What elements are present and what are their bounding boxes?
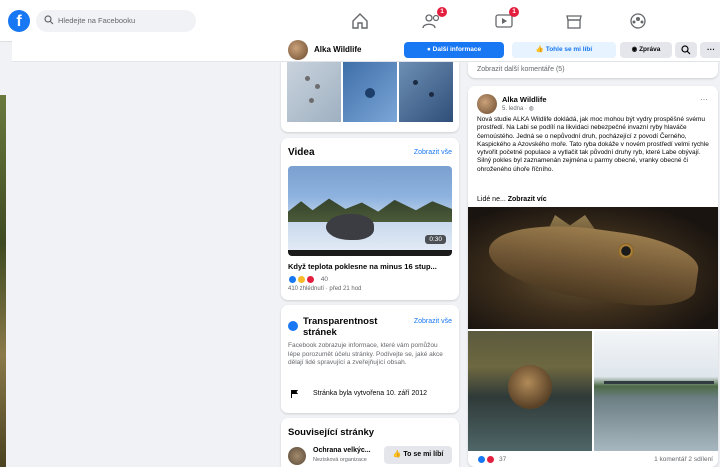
facebook-icon bbox=[288, 321, 298, 331]
message-button[interactable]: ◉ Zpráva bbox=[620, 42, 672, 58]
marketplace-icon[interactable] bbox=[564, 12, 584, 30]
fish-body bbox=[484, 214, 702, 314]
paw-print bbox=[429, 92, 434, 97]
cover-photo-edge bbox=[0, 95, 6, 467]
post-stats: 37 1 komentář 2 sdílení bbox=[477, 455, 713, 464]
page-avatar[interactable] bbox=[288, 40, 308, 60]
page-more-button[interactable]: ··· bbox=[700, 42, 720, 58]
related-page-avatar[interactable] bbox=[288, 447, 306, 465]
post-photo-fish[interactable] bbox=[468, 207, 718, 329]
paw-print bbox=[305, 76, 310, 81]
post-date[interactable]: 5. ledna · ◍ bbox=[502, 105, 534, 112]
post-author-name[interactable]: Alka Wildlife bbox=[502, 95, 547, 104]
photo-thumbnail[interactable] bbox=[399, 62, 453, 122]
related-page-name[interactable]: Ochrana velkýc... bbox=[313, 447, 371, 454]
search-box[interactable]: Hledejte na Facebooku bbox=[36, 10, 196, 32]
post-photo-river[interactable] bbox=[594, 331, 718, 451]
flag-icon bbox=[291, 390, 298, 398]
groups-icon[interactable] bbox=[628, 12, 648, 30]
related-page-type: Nezisková organizace bbox=[313, 457, 367, 463]
post-reaction-count[interactable]: 37 bbox=[499, 456, 506, 463]
paw-print bbox=[309, 98, 314, 103]
post-read-more[interactable]: Lidé ne... Zobrazit víc bbox=[477, 196, 547, 203]
search-icon bbox=[44, 15, 54, 25]
related-like-label: To se mi líbí bbox=[403, 451, 444, 458]
transparency-see-all-link[interactable]: Zobrazit vše bbox=[414, 318, 452, 325]
watch-badge: 1 bbox=[509, 7, 519, 17]
videos-see-all-link[interactable]: Zobrazit vše bbox=[414, 149, 452, 156]
video-animal bbox=[326, 214, 374, 240]
video-meta: 410 zhlédnutí · před 21 hod bbox=[288, 286, 362, 292]
post-comment-share-count[interactable]: 1 komentář 2 sdílení bbox=[654, 456, 713, 463]
transparency-description: Facebook zobrazuje informace, které vám … bbox=[288, 342, 443, 366]
message-label: Zpráva bbox=[639, 46, 661, 53]
paw-print bbox=[365, 88, 375, 98]
post-photo-otter[interactable] bbox=[468, 331, 592, 451]
love-reaction-icon bbox=[485, 455, 495, 464]
photo-thumbnail[interactable] bbox=[343, 62, 397, 122]
read-more-link[interactable]: Zobrazit víc bbox=[508, 196, 547, 203]
thumbs-up-icon: 👍 bbox=[392, 451, 404, 458]
globe-icon: ◍ bbox=[528, 106, 534, 112]
messenger-icon: ◉ bbox=[631, 46, 640, 53]
read-more-prefix: Lidé ne... bbox=[477, 196, 508, 203]
photos-card bbox=[281, 62, 459, 132]
post-date-text: 5. ledna · bbox=[502, 106, 529, 112]
paw-print bbox=[413, 80, 418, 85]
otter-shape bbox=[508, 365, 552, 409]
facebook-logo[interactable]: f bbox=[8, 10, 30, 32]
page-created-date: Stránka byla vytvořena 10. září 2012 bbox=[313, 390, 428, 397]
video-duration: 0:30 bbox=[425, 235, 446, 244]
post-author-avatar[interactable] bbox=[477, 94, 497, 114]
wow-reaction-icon bbox=[297, 275, 307, 285]
love-reaction-icon bbox=[306, 275, 316, 285]
thumbs-up-icon: 👍 bbox=[535, 46, 546, 53]
paw-print bbox=[315, 84, 320, 89]
search-placeholder: Hledejte na Facebooku bbox=[58, 16, 136, 25]
related-pages-title: Související stránky bbox=[288, 427, 375, 438]
video-camera-strip bbox=[288, 250, 452, 256]
video-reactions[interactable]: 40 bbox=[288, 275, 328, 285]
home-icon[interactable] bbox=[350, 12, 370, 30]
previous-post-footer: Zobrazit další komentáře (5) bbox=[468, 62, 718, 78]
bridge-shape bbox=[604, 381, 714, 384]
post-options-button[interactable]: ··· bbox=[700, 95, 708, 104]
like-reaction-icon bbox=[477, 455, 486, 464]
watch-nav[interactable]: 1 bbox=[494, 7, 519, 30]
photo-thumbnail[interactable] bbox=[287, 62, 341, 122]
like-page-button[interactable]: 👍 Tohle se mi líbí bbox=[512, 42, 616, 58]
post-card: Alka Wildlife 5. ledna · ◍ ··· Nová stud… bbox=[468, 86, 718, 467]
top-navigation-bar: f Hledejte na Facebooku 1 1 bbox=[0, 0, 720, 42]
page-name[interactable]: Alka Wildlife bbox=[314, 45, 362, 54]
search-icon bbox=[681, 45, 691, 55]
friends-nav[interactable]: 1 bbox=[422, 7, 447, 30]
post-text: Nová studie ALKA Wildlife dokládá, jak m… bbox=[477, 116, 709, 173]
fish-eye bbox=[618, 243, 634, 259]
related-page-like-button[interactable]: 👍 To se mi líbí bbox=[384, 446, 452, 464]
videos-title: Videa bbox=[288, 147, 315, 158]
more-info-label: Další informace bbox=[432, 46, 482, 53]
more-info-button[interactable]: ● Další informace bbox=[404, 42, 504, 58]
page-header-bar: Alka Wildlife ● Další informace 👍 Tohle … bbox=[12, 38, 720, 62]
like-reaction-icon bbox=[288, 275, 297, 285]
friends-badge: 1 bbox=[437, 7, 447, 17]
video-reaction-count: 40 bbox=[320, 276, 328, 284]
videos-card: Videa Zobrazit vše 0:30 Když teplota pok… bbox=[281, 138, 459, 300]
transparency-title: Transparentnost stránek bbox=[303, 316, 378, 338]
page-transparency-card: Transparentnost stránek Zobrazit vše Fac… bbox=[281, 305, 459, 413]
related-pages-card: Související stránky Ochrana velkýc... Ne… bbox=[281, 418, 459, 467]
more-comments-link[interactable]: Zobrazit další komentáře (5) bbox=[477, 66, 565, 73]
page-search-button[interactable] bbox=[675, 42, 697, 58]
like-page-label: Tohle se mi líbí bbox=[545, 46, 593, 53]
video-title[interactable]: Když teplota poklesne na minus 16 stup..… bbox=[288, 262, 437, 271]
video-thumbnail[interactable]: 0:30 bbox=[288, 166, 452, 256]
